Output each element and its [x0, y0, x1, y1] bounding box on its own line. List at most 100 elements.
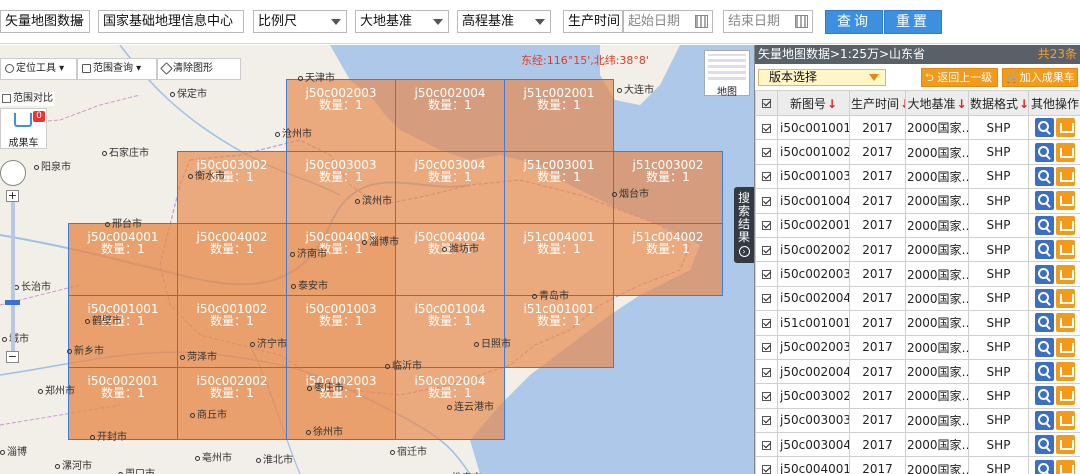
- zoom-out-button[interactable]: −: [6, 351, 19, 363]
- map-grid-cell[interactable]: i50c001001 数量：1: [68, 295, 178, 368]
- map-grid-cell[interactable]: j50c004001 数量：1: [68, 223, 178, 296]
- column-header[interactable]: 生产时间↓: [849, 90, 906, 116]
- row-checkbox[interactable]: [762, 196, 771, 206]
- search-icon[interactable]: [1035, 459, 1054, 474]
- search-icon[interactable]: [1035, 288, 1054, 308]
- cart-icon[interactable]: [1056, 166, 1075, 186]
- table-row[interactable]: j50c002003 2017 2000国家… SHP: [755, 334, 1080, 360]
- row-select-cell[interactable]: [755, 139, 778, 165]
- cart-icon[interactable]: [1056, 191, 1075, 211]
- row-checkbox[interactable]: [762, 245, 771, 255]
- range-compare-toggle[interactable]: 范围对比: [0, 92, 55, 106]
- reset-button[interactable]: 重置: [884, 10, 942, 34]
- search-icon[interactable]: [1035, 142, 1054, 162]
- search-results-tab[interactable]: 搜 索 结 果 ›: [734, 187, 754, 263]
- search-icon[interactable]: [1035, 215, 1054, 235]
- row-select-cell[interactable]: [755, 383, 778, 409]
- column-header[interactable]: 新图号↓: [777, 90, 850, 116]
- map-grid-cell[interactable]: j50c003002 数量：1: [177, 151, 287, 224]
- row-select-cell[interactable]: [755, 261, 778, 287]
- map-grid-cell[interactable]: j50c004004 数量：1: [395, 223, 505, 296]
- row-select-cell[interactable]: [755, 188, 778, 214]
- query-button[interactable]: 查询: [825, 10, 883, 34]
- row-checkbox[interactable]: [762, 172, 771, 182]
- pan-control[interactable]: [0, 160, 26, 186]
- row-select-cell[interactable]: [755, 236, 778, 263]
- search-icon[interactable]: [1035, 264, 1054, 284]
- row-checkbox[interactable]: [762, 221, 771, 231]
- cart-icon[interactable]: [1056, 313, 1075, 333]
- cart-icon[interactable]: [1056, 142, 1075, 162]
- elevation-select[interactable]: 高程基准: [457, 10, 551, 33]
- map-grid-cell[interactable]: i50c001003 数量：1: [286, 295, 396, 368]
- search-icon[interactable]: [1035, 362, 1054, 382]
- row-checkbox[interactable]: [762, 416, 771, 426]
- row-checkbox[interactable]: [762, 440, 771, 450]
- row-checkbox[interactable]: [762, 367, 771, 377]
- row-checkbox[interactable]: [762, 465, 771, 474]
- zoom-slider-track[interactable]: [11, 195, 15, 360]
- cart-icon[interactable]: [1056, 459, 1075, 474]
- geodetic-select[interactable]: 大地基准: [355, 10, 449, 33]
- row-checkbox[interactable]: [762, 318, 771, 328]
- cart-icon[interactable]: [1056, 410, 1075, 430]
- table-row[interactable]: j50c003002 2017 2000国家… SHP: [755, 383, 1080, 409]
- range-query-button[interactable]: 范围查询 ▾: [77, 58, 157, 80]
- calendar-icon[interactable]: [695, 15, 708, 28]
- row-checkbox[interactable]: [762, 123, 771, 133]
- table-row[interactable]: i50c002002 2017 2000国家… SHP: [755, 236, 1080, 263]
- cart-icon[interactable]: [1056, 240, 1075, 260]
- map-grid-cell[interactable]: j51c002001 数量：1: [504, 79, 614, 152]
- row-select-cell[interactable]: [755, 432, 778, 458]
- map-view[interactable]: j50c002003 数量：1 j50c002004 数量：1 j51c002001 数量…: [0, 45, 754, 474]
- calendar-icon[interactable]: [795, 15, 808, 28]
- row-select-cell[interactable]: [755, 163, 778, 190]
- map-grid-cell[interactable]: j51c004002 数量：1: [613, 223, 723, 296]
- row-checkbox[interactable]: [762, 270, 771, 280]
- cart-icon[interactable]: [1056, 435, 1075, 455]
- table-row[interactable]: i50c001004 2017 2000国家… SHP: [755, 188, 1080, 214]
- search-icon[interactable]: [1035, 166, 1054, 186]
- map-grid-cell[interactable]: j50c002004 数量：1: [395, 79, 505, 152]
- back-button[interactable]: ⮌ 返回上一级: [921, 68, 998, 87]
- clear-shapes-button[interactable]: 清除图形: [157, 58, 241, 80]
- cart-icon[interactable]: [1056, 215, 1075, 235]
- row-select-cell[interactable]: [755, 456, 778, 474]
- search-icon[interactable]: [1035, 313, 1054, 333]
- locate-tool-button[interactable]: 定位工具 ▾: [0, 58, 77, 80]
- cart-icon[interactable]: [1056, 118, 1075, 138]
- select-all-header[interactable]: [755, 90, 778, 116]
- row-select-cell[interactable]: [755, 407, 778, 434]
- add-to-cart-button[interactable]: 🛒加入成果车: [1002, 68, 1078, 87]
- column-header[interactable]: 数据格式↓: [968, 90, 1029, 116]
- table-row[interactable]: j50c003003 2017 2000国家… SHP: [755, 407, 1080, 434]
- row-select-cell[interactable]: [755, 334, 778, 360]
- table-row[interactable]: j50c004001 2017 2000国家… SHP: [755, 456, 1080, 474]
- version-select[interactable]: 版本选择: [758, 69, 886, 86]
- table-row[interactable]: j50c003004 2017 2000国家… SHP: [755, 432, 1080, 458]
- cart-icon[interactable]: [1056, 288, 1075, 308]
- map-grid-cell[interactable]: j50c002003 数量：1: [286, 79, 396, 152]
- table-row[interactable]: i50c002001 2017 2000国家… SHP: [755, 212, 1080, 238]
- overview-map-button[interactable]: 地图: [704, 50, 750, 98]
- cart-icon[interactable]: [1056, 337, 1075, 357]
- table-row[interactable]: i51c001001 2017 2000国家… SHP: [755, 310, 1080, 336]
- row-select-cell[interactable]: [755, 310, 778, 336]
- row-checkbox[interactable]: [762, 148, 771, 158]
- data-type-select[interactable]: 矢量地图数据: [0, 10, 90, 33]
- search-icon[interactable]: [1035, 240, 1054, 260]
- org-input[interactable]: 国家基础地理信息中心: [98, 10, 244, 33]
- end-date-input[interactable]: 结束日期: [723, 10, 813, 33]
- cart-icon[interactable]: [1056, 386, 1075, 406]
- search-icon[interactable]: [1035, 410, 1054, 430]
- zoom-in-button[interactable]: +: [6, 190, 19, 202]
- search-icon[interactable]: [1035, 386, 1054, 406]
- map-grid-cell[interactable]: j50c003003 数量：1: [286, 151, 396, 224]
- zoom-slider-handle[interactable]: [5, 300, 20, 305]
- cart-icon[interactable]: [1056, 264, 1075, 284]
- table-row[interactable]: i50c002004 2017 2000国家… SHP: [755, 285, 1080, 312]
- map-grid-cell[interactable]: j50c003004 数量：1: [395, 151, 505, 224]
- map-grid-cell[interactable]: i50c002002 数量：1: [177, 367, 287, 440]
- row-checkbox[interactable]: [762, 294, 771, 304]
- table-row[interactable]: i50c001002 2017 2000国家… SHP: [755, 139, 1080, 165]
